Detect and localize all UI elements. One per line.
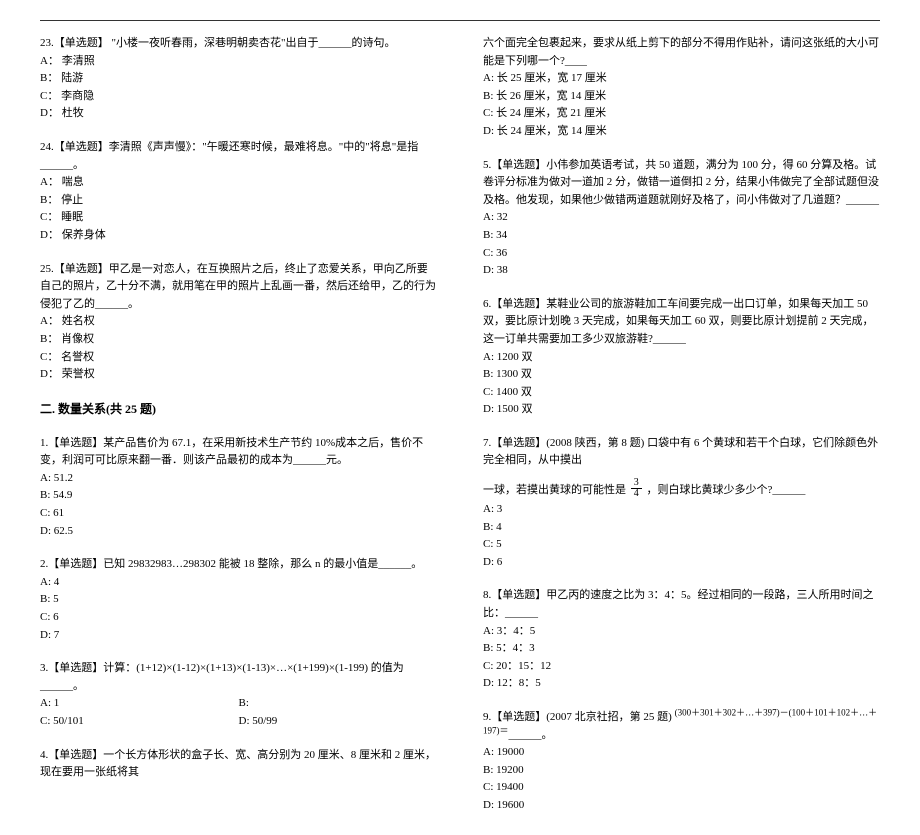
question-options: A: 51.2 B: 54.9 C: 61 D: 62.5 [40, 470, 437, 540]
option-d: D: 1500 双 [483, 401, 880, 419]
question-stem-line1: 7.【单选题】(2008 陕西，第 8 题) 口袋中有 6 个黄球和若干个白球，… [483, 435, 880, 470]
two-column-layout: 23.【单选题】 "小楼一夜听春雨，深巷明朝卖杏花"出自于______的诗句。 … [40, 35, 880, 815]
section-title: 二. 数量关系(共 25 题) [40, 400, 437, 417]
question-options: A: 3 B: 4 C: 5 D: 6 [483, 501, 880, 571]
left-column: 23.【单选题】 "小楼一夜听春雨，深巷明朝卖杏花"出自于______的诗句。 … [40, 35, 437, 815]
option-a: A： 姓名权 [40, 313, 437, 331]
option-d: D： 保养身体 [40, 227, 437, 245]
stem-text-a: 一球，若摸出黄球的可能性是 [483, 484, 626, 496]
question-stem: 六个面完全包裹起来，要求从纸上剪下的部分不得用作贴补，请问这张纸的大小可能是下列… [483, 35, 880, 70]
question-options: A: 19000 B: 19200 C: 19400 D: 19600 [483, 744, 880, 814]
question-2-7: 7.【单选题】(2008 陕西，第 8 题) 口袋中有 6 个黄球和若干个白球，… [483, 435, 880, 572]
option-c: C: 5 [483, 536, 880, 554]
option-a: A: 19000 [483, 744, 880, 762]
option-d: D： 荣誉权 [40, 366, 437, 384]
question-options: A: 3：4：5 B: 5：4：3 C: 20：15：12 D: 12：8：5 [483, 623, 880, 693]
option-c: C: 61 [40, 505, 437, 523]
question-stem: 5.【单选题】小伟参加英语考试，共 50 道题，满分为 100 分，得 60 分… [483, 157, 880, 210]
option-b: B: 34 [483, 227, 880, 245]
option-a: A: 51.2 [40, 470, 437, 488]
option-b: B: 54.9 [40, 487, 437, 505]
option-c: C： 名誉权 [40, 349, 437, 367]
option-c: C: 1400 双 [483, 384, 880, 402]
option-a: A: 4 [40, 574, 437, 592]
question-stem-line2: 一球，若摸出黄球的可能性是 3 4 ，则白球比黄球少多少个?______ [483, 480, 880, 501]
fraction-denominator: 4 [631, 489, 642, 499]
question-options: A： 李清照 B： 陆游 C： 李商隐 D： 杜牧 [40, 53, 437, 123]
option-b: B: [239, 695, 438, 713]
question-stem: 2.【单选题】已知 29832983…298302 能被 18 整除，那么 n … [40, 556, 437, 574]
option-a: A： 李清照 [40, 53, 437, 71]
question-2-9: 9.【单选题】(2007 北京社招，第 25 题) (300＋301＋302＋…… [483, 709, 880, 815]
option-a: A： 喘息 [40, 174, 437, 192]
question-24: 24.【单选题】李清照《声声慢》："午暖还寒时候，最难将息。"中的"将息"是指_… [40, 139, 437, 245]
question-stem: 6.【单选题】某鞋业公司的旅游鞋加工车间要完成一出口订单，如果每天加工 50 双… [483, 296, 880, 349]
question-options: A: 32 B: 34 C: 36 D: 38 [483, 209, 880, 279]
question-stem: 1.【单选题】某产品售价为 67.1，在采用新技术生产节约 10%成本之后，售价… [40, 435, 437, 470]
option-d: D: 19600 [483, 797, 880, 815]
option-d: D: 长 24 厘米，宽 14 厘米 [483, 123, 880, 141]
question-options: A: 长 25 厘米，宽 17 厘米 B: 长 26 厘米，宽 14 厘米 C:… [483, 70, 880, 140]
question-2-5: 5.【单选题】小伟参加英语考试，共 50 道题，满分为 100 分，得 60 分… [483, 157, 880, 280]
option-c: C: 20：15：12 [483, 658, 880, 676]
question-25: 25.【单选题】甲乙是一对恋人，在互换照片之后，终止了恋爱关系，甲向乙所要自己的… [40, 261, 437, 384]
option-d: D: 7 [40, 627, 437, 645]
question-23: 23.【单选题】 "小楼一夜听春雨，深巷明朝卖杏花"出自于______的诗句。 … [40, 35, 437, 123]
question-stem: 25.【单选题】甲乙是一对恋人，在互换照片之后，终止了恋爱关系，甲向乙所要自己的… [40, 261, 437, 314]
stem-text-b: ，则白球比黄球少多少个?______ [647, 484, 806, 496]
question-2-6: 6.【单选题】某鞋业公司的旅游鞋加工车间要完成一出口订单，如果每天加工 50 双… [483, 296, 880, 419]
option-c: C: 6 [40, 609, 437, 627]
option-c: C： 睡眠 [40, 209, 437, 227]
fraction-icon: 3 4 [631, 478, 642, 499]
question-options: A: 1 B: C: 50/101 D: 50/99 [40, 695, 437, 730]
option-b: B： 肖像权 [40, 331, 437, 349]
option-b: B: 5：4：3 [483, 640, 880, 658]
question-2-8: 8.【单选题】甲乙丙的速度之比为 3：4：5。经过相同的一段路，三人所用时间之比… [483, 587, 880, 693]
option-d: D: 38 [483, 262, 880, 280]
option-b: B: 4 [483, 519, 880, 537]
question-2-4-cont: 六个面完全包裹起来，要求从纸上剪下的部分不得用作贴补，请问这张纸的大小可能是下列… [483, 35, 880, 141]
option-d: D: 6 [483, 554, 880, 572]
option-b: B: 1300 双 [483, 366, 880, 384]
question-2-1: 1.【单选题】某产品售价为 67.1，在采用新技术生产节约 10%成本之后，售价… [40, 435, 437, 541]
question-stem: 24.【单选题】李清照《声声慢》："午暖还寒时候，最难将息。"中的"将息"是指_… [40, 139, 437, 174]
question-stem: 3.【单选题】计算：(1+12)×(1-12)×(1+13)×(1-13)×…×… [40, 660, 437, 695]
option-d: D: 12：8：5 [483, 675, 880, 693]
question-stem: 4.【单选题】一个长方体形状的盒子长、宽、高分别为 20 厘米、8 厘米和 2 … [40, 747, 437, 782]
option-a: A: 1 [40, 695, 239, 713]
option-a: A: 1200 双 [483, 349, 880, 367]
question-stem: 9.【单选题】(2007 北京社招，第 25 题) (300＋301＋302＋…… [483, 709, 880, 744]
option-a: A: 32 [483, 209, 880, 227]
option-c: C: 长 24 厘米，宽 21 厘米 [483, 105, 880, 123]
question-2-3: 3.【单选题】计算：(1+12)×(1-12)×(1+13)×(1-13)×…×… [40, 660, 437, 730]
option-c: C： 李商隐 [40, 88, 437, 106]
option-c: C: 50/101 [40, 713, 239, 731]
question-2-4-partial: 4.【单选题】一个长方体形状的盒子长、宽、高分别为 20 厘米、8 厘米和 2 … [40, 747, 437, 782]
stem-text-b: ______。 [509, 729, 553, 741]
option-a: A: 3：4：5 [483, 623, 880, 641]
question-2-2: 2.【单选题】已知 29832983…298302 能被 18 整除，那么 n … [40, 556, 437, 644]
option-b: B: 长 26 厘米，宽 14 厘米 [483, 88, 880, 106]
stem-text-a: 9.【单选题】(2007 北京社招，第 25 题) [483, 711, 675, 723]
question-options: A: 1200 双 B: 1300 双 C: 1400 双 D: 1500 双 [483, 349, 880, 419]
option-c: C: 19400 [483, 779, 880, 797]
question-stem: 23.【单选题】 "小楼一夜听春雨，深巷明朝卖杏花"出自于______的诗句。 [40, 35, 437, 53]
option-d: D： 杜牧 [40, 105, 437, 123]
option-b: B: 19200 [483, 762, 880, 780]
option-b: B: 5 [40, 591, 437, 609]
top-rule [40, 20, 880, 21]
option-c: C: 36 [483, 245, 880, 263]
option-a: A: 3 [483, 501, 880, 519]
question-options: A: 4 B: 5 C: 6 D: 7 [40, 574, 437, 644]
option-d: D: 62.5 [40, 523, 437, 541]
question-options: A： 喘息 B： 停止 C： 睡眠 D： 保养身体 [40, 174, 437, 244]
option-d: D: 50/99 [239, 713, 438, 731]
question-options: A： 姓名权 B： 肖像权 C： 名誉权 D： 荣誉权 [40, 313, 437, 383]
question-stem: 8.【单选题】甲乙丙的速度之比为 3：4：5。经过相同的一段路，三人所用时间之比… [483, 587, 880, 622]
option-b: B： 停止 [40, 192, 437, 210]
option-b: B： 陆游 [40, 70, 437, 88]
option-a: A: 长 25 厘米，宽 17 厘米 [483, 70, 880, 88]
right-column: 六个面完全包裹起来，要求从纸上剪下的部分不得用作贴补，请问这张纸的大小可能是下列… [483, 35, 880, 815]
